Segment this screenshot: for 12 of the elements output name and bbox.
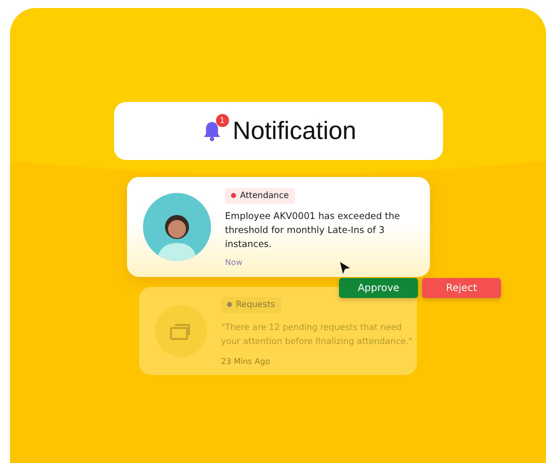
approve-button[interactable]: Approve [339,278,418,298]
notification-time: 23 Mins Ago [221,356,270,366]
notification-message: Employee AKV0001 has exceeded the threshold for monthly Late-Ins of 3 instances. [225,210,401,252]
tag-label: Attendance [240,190,289,200]
windows-icon [155,305,207,357]
cursor-icon [339,261,351,275]
notification-message: "There are 12 pending requests that need your attention before finalizing attendance." [221,322,414,348]
notification-time: Now [225,258,242,266]
header-title: Notification [232,116,356,146]
tag-label: Requests [236,300,275,310]
notification-badge: 1 [216,114,229,127]
reject-button[interactable]: Reject [422,278,501,298]
